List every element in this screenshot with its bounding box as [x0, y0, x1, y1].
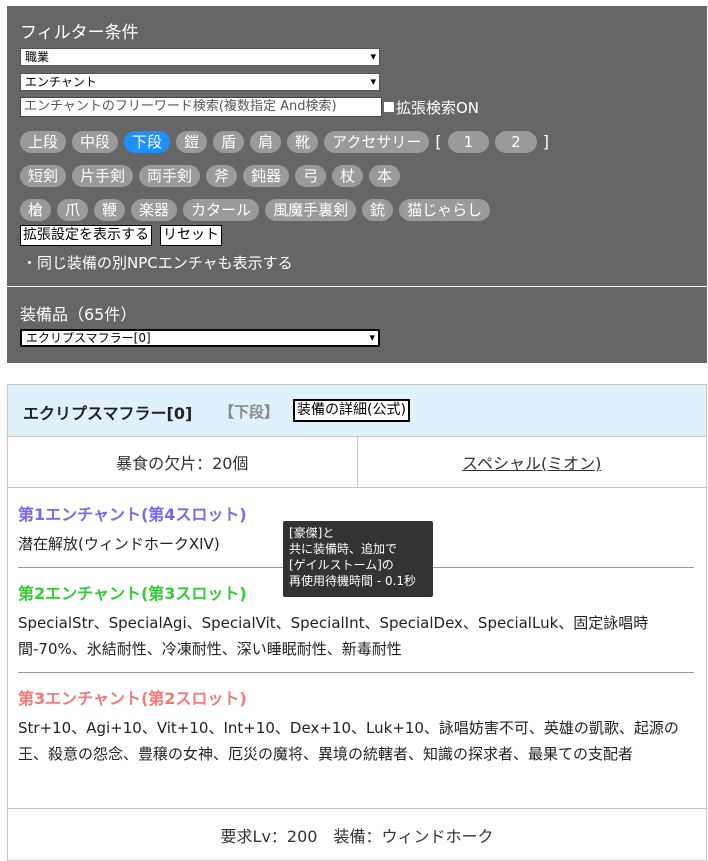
tooltip-line: [ゲイルストーム]の	[289, 558, 394, 572]
equip-panel: 装備品（65件） エクリプスマフラー[0] ▾	[7, 287, 707, 363]
material-row: 暴食の欠片：20個 スペシャル(ミオン)	[8, 437, 706, 488]
chip-one-hand-sword[interactable]: 片手剣	[72, 165, 134, 187]
chip-shoes[interactable]: 靴	[287, 131, 319, 153]
chip-middle[interactable]: 中段	[72, 131, 119, 153]
chip-lower[interactable]: 下段	[124, 131, 171, 153]
category-select[interactable]: エンチャント ▾	[20, 73, 380, 91]
category-select-value: エンチャント	[25, 75, 97, 89]
bracket-open: [	[435, 132, 442, 151]
item-name: エクリプスマフラー[0]	[23, 404, 193, 423]
chip-shield[interactable]: 盾	[213, 131, 245, 153]
chevron-down-icon: ▾	[370, 75, 376, 88]
chip-acc-2[interactable]: 2	[495, 131, 537, 153]
slot-tag: 【下段】	[219, 403, 280, 421]
divider	[18, 672, 694, 673]
weapon-filter-row-2: 槍 爪 鞭 楽器 カタール 風魔手裏剣 銃 猫じゃらし	[20, 199, 491, 221]
equip-select-value: エクリプスマフラー[0]	[26, 331, 151, 345]
equip-count-label: 装備品（65件）	[20, 305, 137, 324]
card-header: エクリプスマフラー[0] 【下段】 装備の詳細(公式)	[8, 385, 706, 437]
bracket-close: ]	[542, 132, 549, 151]
weapon-filter-row-1: 短剣 片手剣 両手剣 斧 鈍器 弓 杖 本	[20, 165, 401, 187]
enchant-tooltip: [豪傑]と 共に装備時、追加で [ゲイルストーム]の 再使用待機時間 - 0.1…	[283, 521, 433, 597]
chip-acc-1[interactable]: 1	[447, 131, 490, 153]
chip-instrument[interactable]: 楽器	[131, 199, 178, 221]
ext-search-toggle[interactable]: 拡張検索ON	[384, 97, 479, 118]
enchant-3-body: Str+10、Agi+10、Vit+10、Int+10、Dex+10、Luk+1…	[18, 719, 679, 763]
tooltip-line: [豪傑]と	[289, 526, 335, 540]
tooltip-line: 共に装備時、追加で	[289, 542, 398, 556]
chevron-down-icon: ▾	[369, 331, 375, 344]
reset-button[interactable]: リセット	[160, 225, 222, 246]
chip-staff[interactable]: 杖	[332, 165, 364, 187]
chip-upper[interactable]: 上段	[20, 131, 67, 153]
show-other-npc-option[interactable]: ・同じ装備の別NPCエンチャも表示する	[22, 252, 293, 273]
chip-whip[interactable]: 鞭	[94, 199, 126, 221]
chip-accessory[interactable]: アクセサリー	[324, 131, 430, 153]
job-select[interactable]: 職業 ▾	[20, 48, 380, 66]
chip-book[interactable]: 本	[369, 165, 401, 187]
chip-shuriken[interactable]: 風魔手裏剣	[265, 199, 357, 221]
chip-dagger[interactable]: 短剣	[20, 165, 67, 187]
filter-title: フィルター条件	[20, 23, 139, 43]
show-ext-settings-button[interactable]: 拡張設定を表示する	[20, 225, 152, 246]
filter-panel: フィルター条件 職業 ▾ エンチャント ▾ エンチャントのフリーワード検索(複数…	[7, 6, 707, 286]
equipment-card: エクリプスマフラー[0] 【下段】 装備の詳細(公式) 暴食の欠片：20個 スペ…	[7, 384, 707, 861]
enchant-2-body: SpecialStr、SpecialAgi、SpecialVit、Special…	[18, 614, 649, 658]
official-detail-button[interactable]: 装備の詳細(公式)	[293, 399, 410, 422]
slot-filter-row: 上段 中段 下段 鎧 盾 肩 靴 アクセサリー [ 1 2 ]	[20, 131, 549, 153]
chip-katar[interactable]: カタール	[183, 199, 260, 221]
chip-cat-toy[interactable]: 猫じゃらし	[399, 199, 491, 221]
chip-gun[interactable]: 銃	[362, 199, 394, 221]
enchant-search-input[interactable]: エンチャントのフリーワード検索(複数指定 And検索)	[20, 97, 382, 117]
enchant-3-title: 第3エンチャント(第2スロット)	[18, 689, 247, 708]
chip-two-hand-sword[interactable]: 両手剣	[139, 165, 201, 187]
tooltip-line: 再使用待機時間 - 0.1秒	[289, 574, 417, 588]
checkbox-icon[interactable]	[384, 102, 394, 112]
job-select-value: 職業	[25, 50, 50, 64]
npc-link[interactable]: スペシャル(ミオン)	[356, 437, 707, 487]
chip-armor[interactable]: 鎧	[176, 131, 208, 153]
chip-spear[interactable]: 槍	[20, 199, 52, 221]
chevron-down-icon: ▾	[370, 50, 376, 63]
chip-mace[interactable]: 鈍器	[243, 165, 290, 187]
ext-search-label: 拡張検索ON	[396, 99, 480, 117]
chip-bow[interactable]: 弓	[295, 165, 327, 187]
equip-select[interactable]: エクリプスマフラー[0] ▾	[20, 329, 380, 347]
chip-claw[interactable]: 爪	[57, 199, 89, 221]
chip-axe[interactable]: 斧	[206, 165, 238, 187]
search-placeholder: エンチャントのフリーワード検索(複数指定 And検索)	[24, 99, 337, 114]
requirement-footer: 要求Lv：200 装備：ウィンドホーク	[8, 808, 706, 860]
chip-garment[interactable]: 肩	[250, 131, 282, 153]
material-cost: 暴食の欠片：20個	[116, 454, 249, 473]
